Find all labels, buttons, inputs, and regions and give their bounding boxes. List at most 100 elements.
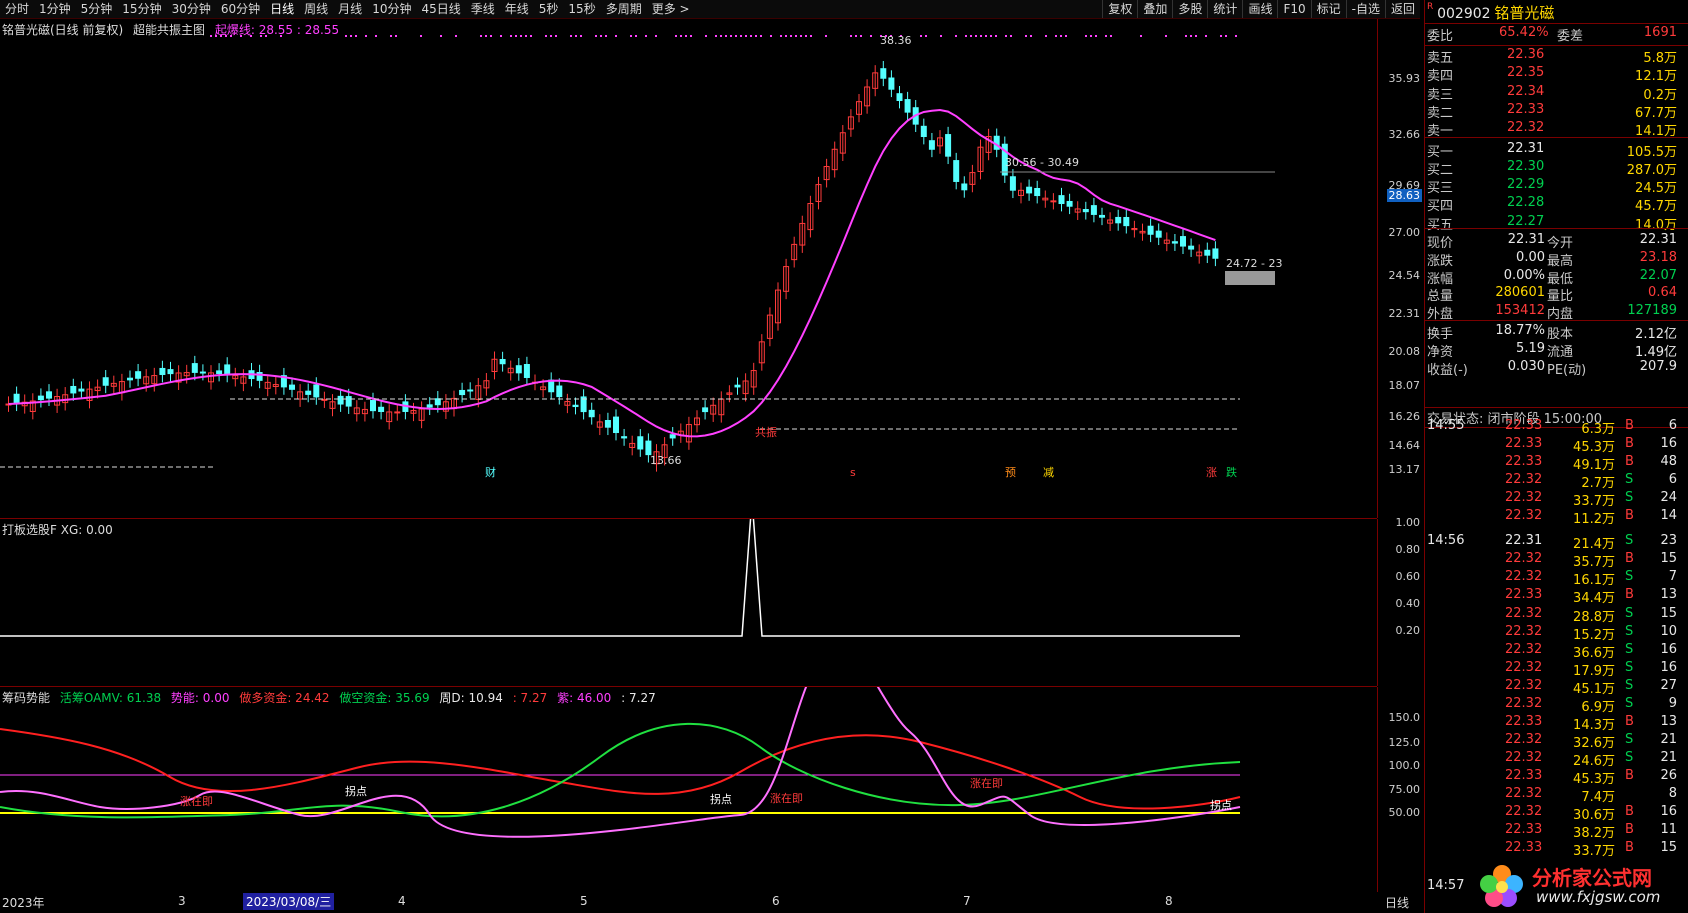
- tool-button-8[interactable]: 返回: [1385, 0, 1420, 18]
- period-tab-3[interactable]: 15分钟: [117, 0, 166, 18]
- tick-row[interactable]: 22.32 45.1万 S 27: [1427, 678, 1677, 696]
- month-tick: 3: [178, 894, 186, 908]
- tick-price: 22.32: [1505, 696, 1542, 711]
- order-row-bids-1[interactable]: 买二 22.30 287.0万: [1427, 159, 1677, 178]
- candle-body: [290, 385, 295, 389]
- selected-date: 2023/03/08/三: [243, 893, 334, 910]
- candlestick-chart[interactable]: 38.36 13.66 30.56 - 30.49 24.72 - 23 共振财 s 预 减 涨…: [0, 19, 1377, 518]
- period-tab-11[interactable]: 季线: [466, 0, 500, 18]
- tick-row[interactable]: 22.32 32.6万 S 21: [1427, 732, 1677, 750]
- period-tab-8[interactable]: 月线: [333, 0, 367, 18]
- ind1-chart[interactable]: [0, 519, 1377, 686]
- marker-dot: [755, 35, 757, 37]
- ind2-label: 涨在即: [180, 795, 213, 808]
- period-tab-2[interactable]: 5分钟: [76, 0, 118, 18]
- price-tick: 35.93: [1389, 72, 1421, 85]
- period-tab-0[interactable]: 分时: [0, 0, 34, 18]
- ind2-axis: 150.0 125.0 100.0 75.00 50.00: [1377, 687, 1424, 892]
- tick-volume: 6.9万: [1555, 696, 1615, 715]
- tick-row[interactable]: 22.33 14.3万 B 13: [1427, 714, 1677, 732]
- tick-price: 22.33: [1505, 840, 1542, 855]
- price-tick: 14.64: [1389, 439, 1421, 452]
- candle-body: [1010, 177, 1015, 190]
- stat-label: 最高: [1547, 250, 1573, 269]
- tool-button-7[interactable]: -自选: [1346, 0, 1385, 18]
- ind2-label: 拐点: [710, 792, 732, 806]
- period-tab-9[interactable]: 10分钟: [367, 0, 416, 18]
- tick-row[interactable]: 22.32 7.4万 8: [1427, 786, 1677, 804]
- tick-row[interactable]: 22.32 15.2万 S 10: [1427, 624, 1677, 642]
- tick-price: 22.33: [1505, 768, 1542, 783]
- period-tab-7[interactable]: 周线: [299, 0, 333, 18]
- candle-body: [217, 371, 222, 374]
- period-tab-12[interactable]: 年线: [500, 0, 534, 18]
- tick-row[interactable]: 22.33 38.2万 B 11: [1427, 822, 1677, 840]
- order-row-bids-4[interactable]: 买五 22.27 14.0万: [1427, 214, 1677, 233]
- candle-body: [557, 386, 562, 397]
- ind2-label: 拐点: [345, 784, 367, 798]
- tick-volume: 17.9万: [1555, 660, 1615, 679]
- tick-row[interactable]: 22.32 33.7万 S 24: [1427, 490, 1677, 508]
- tick-row[interactable]: 14:55 22.33 6.3万 B 6: [1427, 418, 1677, 436]
- period-tab-6[interactable]: 日线: [265, 0, 299, 18]
- tick-row[interactable]: 22.32 6.9万 S 9: [1427, 696, 1677, 714]
- order-row-asks-1[interactable]: 卖四 22.35 12.1万: [1427, 65, 1677, 84]
- order-row-asks-2[interactable]: 卖三 22.34 0.2万: [1427, 84, 1677, 103]
- indicator2-pane[interactable]: 筹码势能 活筹OAMV: 61.38 势能: 0.00 做多资金: 24.42 …: [0, 687, 1377, 893]
- tool-button-5[interactable]: F10: [1277, 0, 1310, 18]
- marker-dot: [485, 35, 487, 37]
- marker-dot: [795, 35, 797, 37]
- tick-row[interactable]: 22.32 11.2万 B 14: [1427, 508, 1677, 526]
- tick-side: B: [1625, 768, 1634, 783]
- period-tab-5[interactable]: 60分钟: [216, 0, 265, 18]
- order-label: 买二: [1427, 159, 1453, 178]
- marker-dot: [920, 35, 922, 37]
- ind2-chart[interactable]: 涨在即拐点拐点 涨在即涨在即拐点: [0, 687, 1377, 892]
- order-row-asks-0[interactable]: 卖五 22.36 5.8万: [1427, 47, 1677, 66]
- tool-button-2[interactable]: 多股: [1172, 0, 1207, 18]
- tick-row[interactable]: 22.33 45.3万 B 16: [1427, 436, 1677, 454]
- tick-row[interactable]: 22.32 17.9万 S 16: [1427, 660, 1677, 678]
- stat-value: 0.00%: [1487, 268, 1545, 283]
- tool-button-0[interactable]: 复权: [1102, 0, 1137, 18]
- tick-row[interactable]: 22.32 2.7万 S 6: [1427, 472, 1677, 490]
- tick-row[interactable]: 22.32 36.6万 S 16: [1427, 642, 1677, 660]
- tick-row[interactable]: 22.33 45.3万 B 26: [1427, 768, 1677, 786]
- tick-row[interactable]: 22.33 33.7万 B 15: [1427, 840, 1677, 858]
- candle-body: [921, 126, 926, 136]
- tick-row[interactable]: 22.32 16.1万 S 7: [1427, 569, 1677, 587]
- indicator1-pane[interactable]: 打板选股F XG: 0.00: [0, 519, 1377, 687]
- period-tab-14[interactable]: 15秒: [563, 0, 600, 18]
- period-tab-15[interactable]: 多周期: [601, 0, 647, 18]
- tick-row[interactable]: 22.33 34.4万 B 13: [1427, 587, 1677, 605]
- tick-row[interactable]: 22.33 49.1万 B 48: [1427, 454, 1677, 472]
- marker-dot: [980, 35, 982, 37]
- period-tab-1[interactable]: 1分钟: [34, 0, 76, 18]
- candle-body: [1100, 215, 1105, 217]
- tool-button-1[interactable]: 叠加: [1137, 0, 1172, 18]
- tool-button-3[interactable]: 统计: [1207, 0, 1242, 18]
- marker-dot: [480, 35, 482, 37]
- order-row-bids-3[interactable]: 买四 22.28 45.7万: [1427, 195, 1677, 214]
- tool-button-4[interactable]: 画线: [1242, 0, 1277, 18]
- period-tab-16[interactable]: 更多 >: [647, 0, 695, 18]
- tick-row[interactable]: 22.32 35.7万 B 15: [1427, 551, 1677, 569]
- order-row-bids-0[interactable]: 买一 22.31 105.5万: [1427, 141, 1677, 160]
- period-tab-4[interactable]: 30分钟: [167, 0, 216, 18]
- order-row-asks-3[interactable]: 卖二 22.33 67.7万: [1427, 102, 1677, 121]
- tick-row[interactable]: 14:56 22.31 21.4万 S 23: [1427, 533, 1677, 551]
- main-chart-pane[interactable]: 铭普光磁(日线 前复权) 超能共振主图 起爆线: 28.55 : 28.55 3…: [0, 19, 1377, 519]
- tool-button-6[interactable]: 标记: [1311, 0, 1346, 18]
- marker-dot: [630, 35, 632, 37]
- ind2-tick: 75.00: [1389, 783, 1421, 796]
- stat-row: 总量 280601 量比 0.64: [1427, 285, 1677, 304]
- period-tab-10[interactable]: 45日线: [416, 0, 465, 18]
- tick-row[interactable]: 22.32 28.8万 S 15: [1427, 606, 1677, 624]
- period-tab-13[interactable]: 5秒: [534, 0, 564, 18]
- ind2-tick: 50.00: [1389, 806, 1421, 819]
- tick-row[interactable]: 22.32 24.6万 S 21: [1427, 750, 1677, 768]
- order-row-bids-2[interactable]: 买三 22.29 24.5万: [1427, 177, 1677, 196]
- period-label[interactable]: 日线: [1385, 894, 1409, 911]
- tick-row[interactable]: 22.32 30.6万 B 16: [1427, 804, 1677, 822]
- order-volume: 14.0万: [1635, 214, 1677, 233]
